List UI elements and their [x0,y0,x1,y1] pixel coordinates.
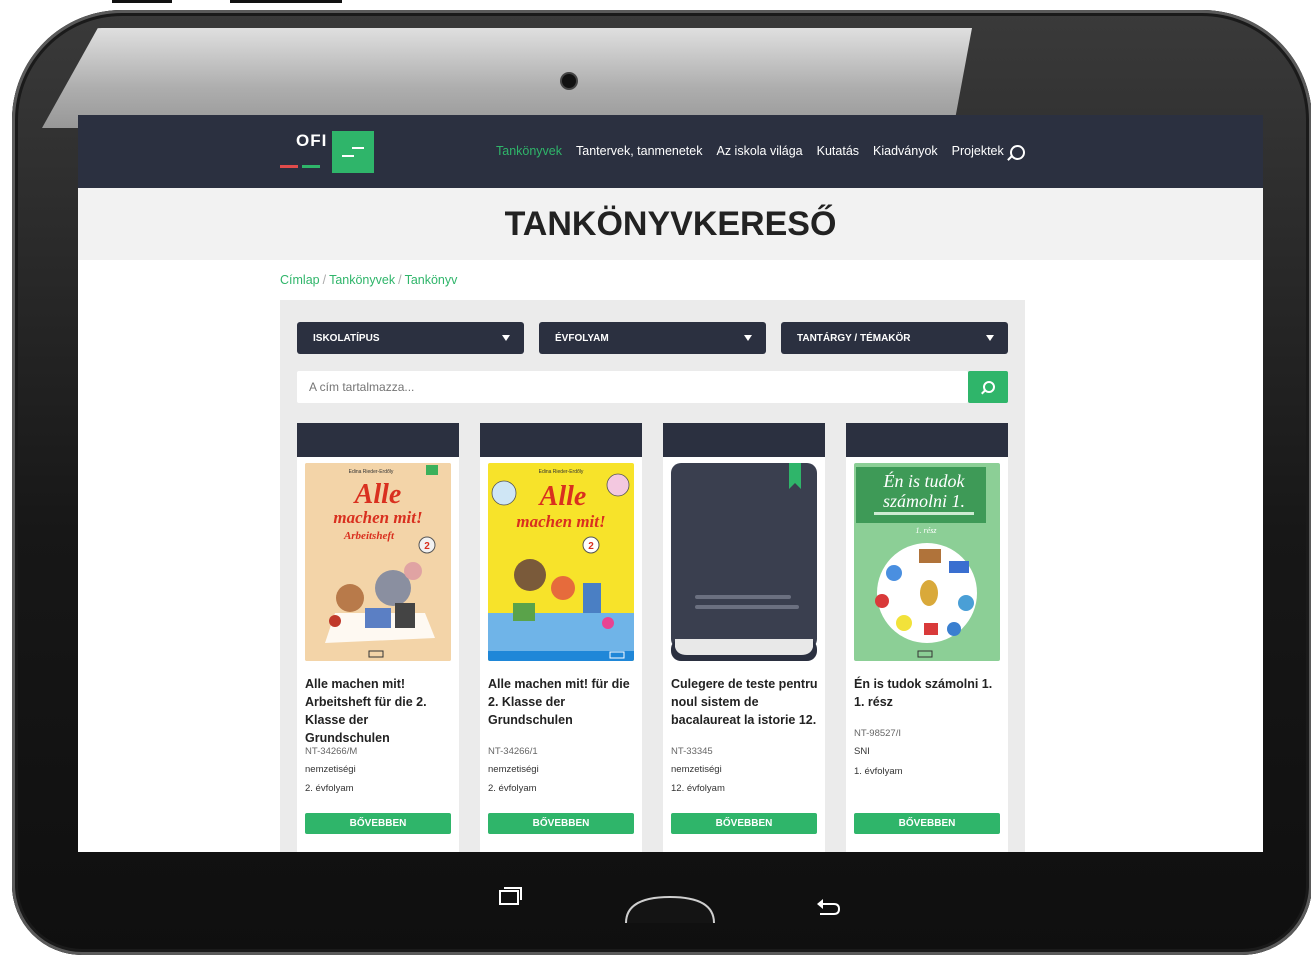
cover-line1: Alle [538,481,587,512]
breadcrumb: Címlap / Tankönyvek / Tankönyv [280,273,458,287]
grade-label: ÉVFOLYAM [555,333,609,344]
page-title: TANKÖNYVKERESŐ [504,205,837,243]
book-title[interactable]: Én is tudok számolni 1. 1. rész [854,675,1004,711]
recent-apps-icon[interactable] [498,885,524,907]
book-code: NT-34266/M [305,746,358,757]
nav-item-projektek[interactable]: Projektek [952,144,1004,158]
book-card: Culegere de teste pentru noul sistem de … [663,423,825,852]
navbar: OFI Tankönyvek Tantervek, tanmenetek Az … [78,115,1263,188]
cover-line2: machen mit! [516,512,605,531]
logo-red-bar [280,165,298,168]
tablet-glare [42,28,972,128]
book-code: NT-33345 [671,746,713,757]
book-title[interactable]: Alle machen mit! Arbeitsheft für die 2. … [305,675,455,747]
cover-num: 2 [588,541,594,552]
cover-sub: 1. rész [916,526,938,535]
book-title[interactable]: Culegere de teste pentru noul sistem de … [671,675,821,729]
book-placeholder-icon[interactable] [671,463,817,661]
home-button[interactable] [622,893,718,925]
card-header [480,423,642,457]
cover-line2: számolni 1. [883,491,965,511]
book-cover[interactable]: Én is tudok számolni 1. 1. rész [854,463,1000,661]
nav-item-kiadvanyok[interactable]: Kiadványok [873,144,938,158]
more-button[interactable]: BŐVEBBEN [854,813,1000,834]
card-header [663,423,825,457]
logo-green-bar [302,165,320,168]
book-grade: 2. évfolyam [488,783,537,794]
breadcrumb-item[interactable]: Tankönyvek [329,273,395,287]
cover-line1: Én is tudok [883,470,966,491]
subject-label: TANTÁRGY / TÉMAKÖR [797,333,911,344]
book-card: Én is tudok számolni 1. 1. rész Én is tu… [846,423,1008,852]
search-icon [983,381,995,393]
book-code: NT-34266/1 [488,746,538,757]
book-card: Edina Rieder-Erdőly Alle machen mit! Arb… [297,423,459,852]
cover-author: Edina Rieder-Erdőly [539,469,584,475]
more-button[interactable]: BŐVEBBEN [305,813,451,834]
back-icon[interactable] [814,896,842,920]
main-nav: Tankönyvek Tantervek, tanmenetek Az isko… [496,144,1004,158]
book-code: NT-98527/I [854,728,901,739]
nav-item-tankonyvek[interactable]: Tankönyvek [496,144,562,158]
title-search-input[interactable] [297,371,968,403]
more-button[interactable]: BŐVEBBEN [488,813,634,834]
breadcrumb-item[interactable]: Címlap [280,273,320,287]
logo[interactable]: OFI [296,131,327,151]
grade-select[interactable]: ÉVFOLYAM [539,322,766,354]
book-type: nemzetiségi [305,764,356,775]
search-icon[interactable] [1010,145,1025,160]
card-header [846,423,1008,457]
caret-down-icon [502,335,510,341]
nav-item-tantervek[interactable]: Tantervek, tanmenetek [576,144,702,158]
nav-item-iskola-vilaga[interactable]: Az iskola világa [716,144,802,158]
book-cover[interactable]: Edina Rieder-Erdőly Alle machen mit! Arb… [305,463,451,661]
book-grade: 1. évfolyam [854,766,903,777]
cover-line2: machen mit! [333,508,422,527]
breadcrumb-item[interactable]: Tankönyv [405,273,458,287]
subject-select[interactable]: TANTÁRGY / TÉMAKÖR [781,322,1008,354]
cover-num: 2 [424,541,430,552]
book-grade: 12. évfolyam [671,783,725,794]
cover-author: Edina Rieder-Erdőly [349,469,394,475]
book-type: nemzetiségi [671,764,722,775]
card-header [297,423,459,457]
book-type: SNI [854,746,870,757]
book-type: nemzetiségi [488,764,539,775]
more-button[interactable]: BŐVEBBEN [671,813,817,834]
logo-icon[interactable] [332,131,374,173]
title-bar: TANKÖNYVKERESŐ [78,188,1263,260]
cover-line3: Arbeitsheft [343,530,395,542]
book-cover[interactable]: Edina Rieder-Erdőly Alle machen mit! 2 [488,463,634,661]
book-card: Edina Rieder-Erdőly Alle machen mit! 2 A… [480,423,642,852]
top-mark [230,0,342,3]
camera-icon [562,74,576,88]
caret-down-icon [744,335,752,341]
tablet-screen: OFI Tankönyvek Tantervek, tanmenetek Az … [78,115,1263,852]
book-title[interactable]: Alle machen mit! für die 2. Klasse der G… [488,675,638,729]
search-button[interactable] [968,371,1008,403]
book-grade: 2. évfolyam [305,783,354,794]
search-panel: ISKOLATÍPUS ÉVFOLYAM TANTÁRGY / TÉMAKÖR … [280,300,1025,852]
caret-down-icon [986,335,994,341]
cover-line1: Alle [353,479,402,510]
top-mark [112,0,172,3]
nav-item-kutatas[interactable]: Kutatás [817,144,859,158]
school-type-select[interactable]: ISKOLATÍPUS [297,322,524,354]
school-type-label: ISKOLATÍPUS [313,333,380,344]
